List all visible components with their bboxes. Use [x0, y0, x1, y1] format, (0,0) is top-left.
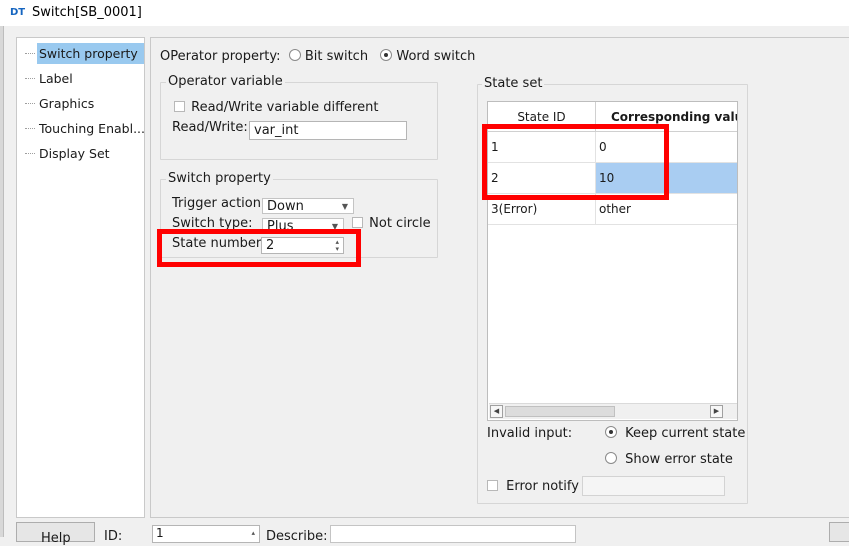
- state-number-value: 2: [266, 238, 275, 253]
- word-switch-label: Word switch: [396, 49, 476, 64]
- tree-connector: [25, 53, 35, 54]
- nav-item-switch-property[interactable]: Switch property: [17, 41, 144, 66]
- error-notify-label: Error notify: [506, 479, 579, 494]
- bit-switch-radio[interactable]: [288, 49, 301, 61]
- id-stepper[interactable]: 1 ▴: [152, 525, 260, 543]
- switch-type-label: Switch type:: [172, 216, 253, 231]
- nav-item-label: Label: [39, 71, 73, 86]
- app-logo-icon: DT: [10, 7, 26, 18]
- keep-current-state-radio[interactable]: [605, 426, 617, 438]
- trigger-action-value: Down: [267, 199, 304, 214]
- rw-label: Read/Write:: [172, 120, 248, 135]
- rw-different-row: Read/Write variable different: [174, 100, 378, 115]
- error-notify-input[interactable]: [582, 476, 725, 496]
- ok-button-partial[interactable]: [829, 522, 849, 542]
- scroll-left-icon[interactable]: ◀: [490, 405, 503, 418]
- switch-property-legend: Switch property: [166, 171, 273, 186]
- nav-item-display-set[interactable]: Display Set: [17, 141, 144, 166]
- tree-connector: [25, 78, 35, 79]
- state-number-label: State number: [172, 236, 262, 251]
- spin-up-icon[interactable]: ▴: [251, 526, 255, 540]
- spin-arrows-icon[interactable]: ▴ ▾: [335, 239, 339, 253]
- error-notify-checkbox[interactable]: [487, 480, 498, 491]
- bit-switch-label: Bit switch: [304, 49, 369, 64]
- describe-input[interactable]: [330, 525, 576, 543]
- tree-connector: [25, 153, 35, 154]
- cell-state-id[interactable]: 1: [488, 132, 596, 163]
- window-left-edge: [0, 26, 4, 537]
- trigger-action-label: Trigger action: [172, 196, 261, 211]
- nav-item-label: Graphics: [39, 96, 95, 111]
- rw-different-checkbox[interactable]: [174, 101, 185, 112]
- horizontal-scrollbar[interactable]: ◀ ▶: [489, 403, 737, 419]
- invalid-input-label: Invalid input:: [487, 426, 573, 441]
- nav-item-label-tab[interactable]: Label: [17, 66, 144, 91]
- switch-type-value: Plus: [267, 219, 294, 231]
- operator-variable-legend: Operator variable: [166, 74, 285, 89]
- scroll-right-icon[interactable]: ▶: [710, 405, 723, 418]
- scrollbar-thumb[interactable]: [505, 406, 615, 417]
- show-error-state-label: Show error state: [625, 452, 733, 467]
- trigger-action-select[interactable]: Down ▼: [262, 198, 354, 214]
- nav-item-label: Switch property: [39, 46, 138, 61]
- cell-value-selected[interactable]: 10: [596, 163, 737, 194]
- state-number-stepper[interactable]: 2 ▴ ▾: [261, 237, 344, 254]
- rw-different-label: Read/Write variable different: [191, 100, 379, 115]
- window-title: Switch[SB_0001]: [32, 5, 142, 20]
- nav-item-label: Display Set: [39, 146, 110, 161]
- not-circle-row: Not circle: [352, 216, 431, 231]
- id-value: 1: [156, 526, 164, 540]
- tree-connector: [25, 128, 35, 129]
- nav-item-touching-enable[interactable]: Touching Enabl...: [17, 116, 144, 141]
- cell-state-id[interactable]: 2: [488, 163, 596, 194]
- nav-item-graphics[interactable]: Graphics: [17, 91, 144, 116]
- help-button[interactable]: Help: [16, 522, 95, 546]
- error-notify-row: Error notify: [487, 479, 579, 494]
- state-table: State ID Corresponding value 1 0 2 10 3(…: [487, 101, 738, 421]
- show-error-state-radio[interactable]: [605, 452, 617, 464]
- cell-value[interactable]: 0: [596, 132, 737, 163]
- tree-connector: [25, 103, 35, 104]
- word-switch-radio[interactable]: [380, 49, 393, 61]
- chevron-down-icon: ▼: [331, 222, 338, 231]
- not-circle-label: Not circle: [369, 216, 431, 231]
- help-button-label: Help: [41, 531, 71, 546]
- nav-item-label: Touching Enabl...: [39, 121, 144, 136]
- keep-current-state-label: Keep current state: [625, 426, 746, 441]
- column-header-value[interactable]: Corresponding value: [596, 102, 737, 132]
- rw-variable-input[interactable]: var_int: [249, 121, 407, 140]
- show-error-row: Show error state: [605, 452, 733, 467]
- chevron-down-icon: ▼: [341, 202, 348, 211]
- column-header-state-id[interactable]: State ID: [488, 102, 596, 132]
- operator-property-label: OPerator property:: [160, 49, 281, 64]
- property-nav-tree: Switch property Label Graphics Touching …: [16, 37, 145, 518]
- not-circle-checkbox[interactable]: [352, 217, 363, 228]
- keep-state-row: Keep current state: [605, 426, 745, 441]
- operator-property-row: OPerator property: Bit switch Word switc…: [160, 49, 475, 64]
- cell-state-id[interactable]: 3(Error): [488, 194, 596, 225]
- switch-type-select[interactable]: Plus ▼: [262, 218, 344, 231]
- cell-value[interactable]: other: [596, 194, 737, 225]
- state-set-legend: State set: [482, 76, 545, 91]
